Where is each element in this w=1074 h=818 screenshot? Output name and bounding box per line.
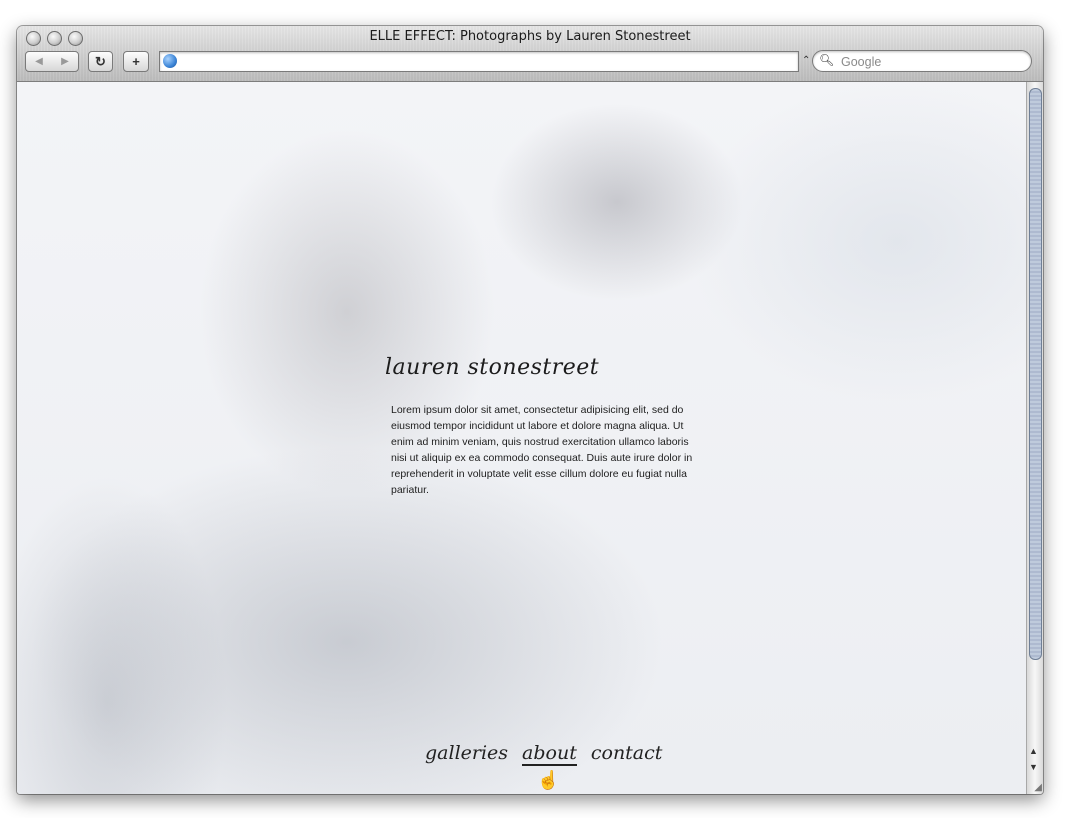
nav-galleries-link[interactable]: galleries (425, 742, 508, 764)
vertical-scrollbar[interactable]: ▲ ▼ (1026, 82, 1043, 794)
scroll-up-arrow-icon[interactable]: ▲ (1029, 746, 1038, 756)
about-content: lauren stonestreet Lorem ipsum dolor sit… (383, 350, 703, 498)
address-bar[interactable] (159, 51, 799, 72)
scrollbar-thumb[interactable] (1029, 88, 1042, 660)
hand-cursor-icon: ☝ (537, 770, 560, 790)
site-navigation: galleries about contact (425, 742, 662, 766)
browser-toolbar: ELLE EFFECT: Photographs by Lauren Stone… (17, 26, 1043, 82)
search-input[interactable] (839, 53, 1028, 71)
forward-arrow-icon[interactable]: ▶ (61, 56, 69, 67)
add-bookmark-button[interactable]: + (123, 51, 149, 72)
back-forward-buttons[interactable]: ◀ ▶ (25, 51, 79, 72)
reload-icon: ↻ (95, 53, 106, 69)
page-viewport: lauren stonestreet Lorem ipsum dolor sit… (17, 82, 1027, 794)
globe-icon (163, 54, 177, 68)
nav-contact-link[interactable]: contact (591, 742, 663, 764)
signature-heading: lauren stonestreet (385, 355, 600, 380)
bio-text: Lorem ipsum dolor sit amet, consectetur … (391, 404, 693, 496)
nav-about-link[interactable]: about (522, 742, 577, 766)
reload-button[interactable]: ↻ (88, 51, 113, 72)
chevron-up-icon[interactable]: ⌃ (802, 55, 810, 66)
resize-grip-icon[interactable]: ◢ (1034, 782, 1042, 793)
plus-icon: + (132, 54, 140, 69)
browser-window: ELLE EFFECT: Photographs by Lauren Stone… (17, 26, 1043, 794)
window-title: ELLE EFFECT: Photographs by Lauren Stone… (369, 29, 691, 44)
url-input[interactable] (180, 53, 784, 72)
back-arrow-icon[interactable]: ◀ (35, 56, 43, 67)
scroll-down-arrow-icon[interactable]: ▼ (1029, 762, 1038, 772)
search-box[interactable]: 🔍︎ (812, 50, 1032, 72)
search-icon[interactable]: 🔍︎ (819, 53, 834, 67)
